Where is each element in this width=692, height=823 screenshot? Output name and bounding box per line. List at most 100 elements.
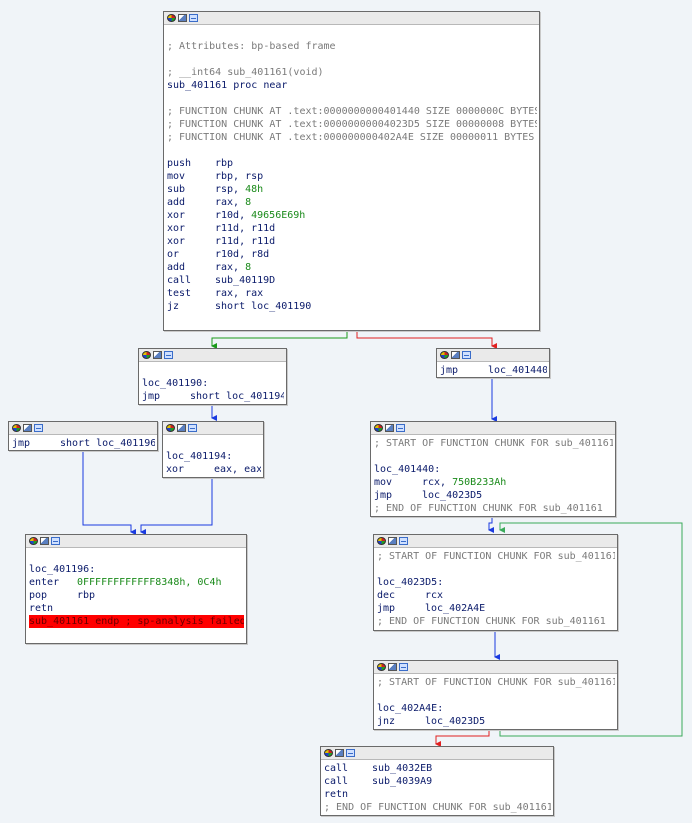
edge-loc-401440-to-loc-4023d5 xyxy=(488,516,494,533)
instruction[interactable]: enter 0FFFFFFFFFFFF8348h, 0C4h xyxy=(29,576,244,589)
chunk-comment: ; FUNCTION CHUNK AT .text:00000000004014… xyxy=(167,106,537,117)
rename-icon[interactable] xyxy=(40,537,49,545)
node-header xyxy=(374,535,617,548)
sp-analysis-error-line[interactable]: sub_401161 endp ; sp-analysis failed xyxy=(29,615,244,628)
label-line[interactable]: loc_401440: xyxy=(374,463,613,476)
node-loc-4023d5[interactable]: ; START OF FUNCTION CHUNK FOR sub_401161… xyxy=(373,534,618,631)
rename-icon[interactable] xyxy=(153,351,162,359)
node-loc-402a4e[interactable]: ; START OF FUNCTION CHUNK FOR sub_401161… xyxy=(373,660,618,730)
instruction[interactable]: sub rsp, 48h xyxy=(167,183,537,196)
instruction[interactable]: or r10d, r8d xyxy=(167,248,537,261)
label-line[interactable]: loc_401190: xyxy=(142,377,284,390)
node-header xyxy=(163,422,263,435)
graph-icon[interactable] xyxy=(34,424,43,432)
color-icon[interactable] xyxy=(440,351,449,359)
label-line[interactable]: loc_401194: xyxy=(166,450,261,463)
rename-icon[interactable] xyxy=(178,14,187,22)
graph-icon[interactable] xyxy=(164,351,173,359)
graph-icon[interactable] xyxy=(51,537,60,545)
chunk-end-comment: ; END OF FUNCTION CHUNK FOR sub_401161 xyxy=(374,503,603,514)
instruction[interactable]: dec rcx xyxy=(377,589,615,602)
instruction[interactable]: jz short loc_401190 xyxy=(167,300,537,313)
color-icon[interactable] xyxy=(12,424,21,432)
rename-icon[interactable] xyxy=(451,351,460,359)
chunk-end-comment: ; END OF FUNCTION CHUNK FOR sub_401161 xyxy=(377,616,606,627)
color-icon[interactable] xyxy=(377,537,386,545)
node-header xyxy=(9,422,157,435)
instruction[interactable]: mov rcx, 750B233Ah xyxy=(374,476,613,489)
label-line[interactable]: loc_4023D5: xyxy=(377,576,615,589)
instruction[interactable]: jmp short loc_401196 xyxy=(12,437,155,450)
comment-line: ; Attributes: bp-based frame xyxy=(167,41,336,52)
instruction[interactable]: push rbp xyxy=(167,157,537,170)
instruction[interactable]: call sub_4039A9 xyxy=(324,775,551,788)
instruction[interactable]: retn xyxy=(29,602,244,615)
node-jmp-401196[interactable]: jmp short loc_401196 xyxy=(8,421,158,451)
instruction[interactable]: add rax, 8 xyxy=(167,261,537,274)
color-icon[interactable] xyxy=(29,537,38,545)
graph-icon[interactable] xyxy=(396,424,405,432)
instruction[interactable]: xor r11d, r11d xyxy=(167,222,537,235)
chunk-start-comment: ; START OF FUNCTION CHUNK FOR sub_401161 xyxy=(377,551,615,562)
comment-line: ; __int64 sub_401161(void) xyxy=(167,67,324,78)
color-icon[interactable] xyxy=(324,749,333,757)
instruction[interactable]: jmp loc_401440 xyxy=(440,364,547,377)
label-line[interactable]: loc_402A4E: xyxy=(377,702,615,715)
node-loc-401440[interactable]: ; START OF FUNCTION CHUNK FOR sub_401161… xyxy=(370,421,616,517)
instruction[interactable]: jmp short loc_401194 xyxy=(142,390,284,403)
node-header xyxy=(321,747,553,760)
proc-line[interactable]: sub_401161 proc near xyxy=(167,79,537,92)
node-header xyxy=(26,535,246,548)
rename-icon[interactable] xyxy=(177,424,186,432)
chunk-start-comment: ; START OF FUNCTION CHUNK FOR sub_401161 xyxy=(374,438,613,449)
node-calls[interactable]: call sub_4032EB call sub_4039A9 retn ; END… xyxy=(320,746,554,816)
graph-icon[interactable] xyxy=(399,537,408,545)
node-loc-401196[interactable]: loc_401196: enter 0FFFFFFFFFFFF8348h, 0C4… xyxy=(25,534,247,644)
rename-icon[interactable] xyxy=(388,537,397,545)
instruction[interactable]: xor eax, eax xyxy=(166,463,261,476)
color-icon[interactable] xyxy=(374,424,383,432)
rename-icon[interactable] xyxy=(23,424,32,432)
color-icon[interactable] xyxy=(166,424,175,432)
rename-icon[interactable] xyxy=(388,663,397,671)
instruction[interactable]: xor r10d, 49656E69h xyxy=(167,209,537,222)
edge-loc-401194-to-loc-401196 xyxy=(140,478,213,535)
color-icon[interactable] xyxy=(167,14,176,22)
node-loc-401194[interactable]: loc_401194: xor eax, eax xyxy=(162,421,264,478)
graph-icon[interactable] xyxy=(462,351,471,359)
instruction[interactable]: call sub_4032EB xyxy=(324,762,551,775)
color-icon[interactable] xyxy=(377,663,386,671)
instruction[interactable]: retn xyxy=(324,788,551,801)
instruction[interactable]: jmp loc_402A4E xyxy=(377,602,615,615)
graph-icon[interactable] xyxy=(188,424,197,432)
instruction[interactable]: call sub_40119D xyxy=(167,274,537,287)
node-sub-401161-entry[interactable]: ; Attributes: bp-based frame ; __int64 s… xyxy=(163,11,540,331)
instruction[interactable]: jnz loc_4023D5 xyxy=(377,715,615,728)
edge-jmp-401196-to-loc-401196 xyxy=(82,450,136,535)
instruction[interactable]: pop rbp xyxy=(29,589,244,602)
label-line[interactable]: loc_401196: xyxy=(29,563,244,576)
chunk-start-comment: ; START OF FUNCTION CHUNK FOR sub_401161 xyxy=(377,677,615,688)
node-jmp-401440[interactable]: jmp loc_401440 xyxy=(436,348,550,378)
instruction[interactable]: jmp loc_4023D5 xyxy=(374,489,613,502)
graph-view[interactable]: ; Attributes: bp-based frame ; __int64 s… xyxy=(0,0,692,823)
instruction[interactable]: xor r11d, r11d xyxy=(167,235,537,248)
rename-icon[interactable] xyxy=(385,424,394,432)
instruction[interactable]: add rax, 8 xyxy=(167,196,537,209)
edge-main-to-jmp-401440 xyxy=(356,330,497,349)
graph-icon[interactable] xyxy=(346,749,355,757)
node-loc-401190[interactable]: loc_401190: jmp short loc_401194 xyxy=(138,348,287,405)
color-icon[interactable] xyxy=(142,351,151,359)
rename-icon[interactable] xyxy=(335,749,344,757)
graph-icon[interactable] xyxy=(399,663,408,671)
instruction[interactable]: test rax, rax xyxy=(167,287,537,300)
instruction[interactable]: mov rbp, rsp xyxy=(167,170,537,183)
node-header xyxy=(437,349,549,362)
graph-icon[interactable] xyxy=(189,14,198,22)
